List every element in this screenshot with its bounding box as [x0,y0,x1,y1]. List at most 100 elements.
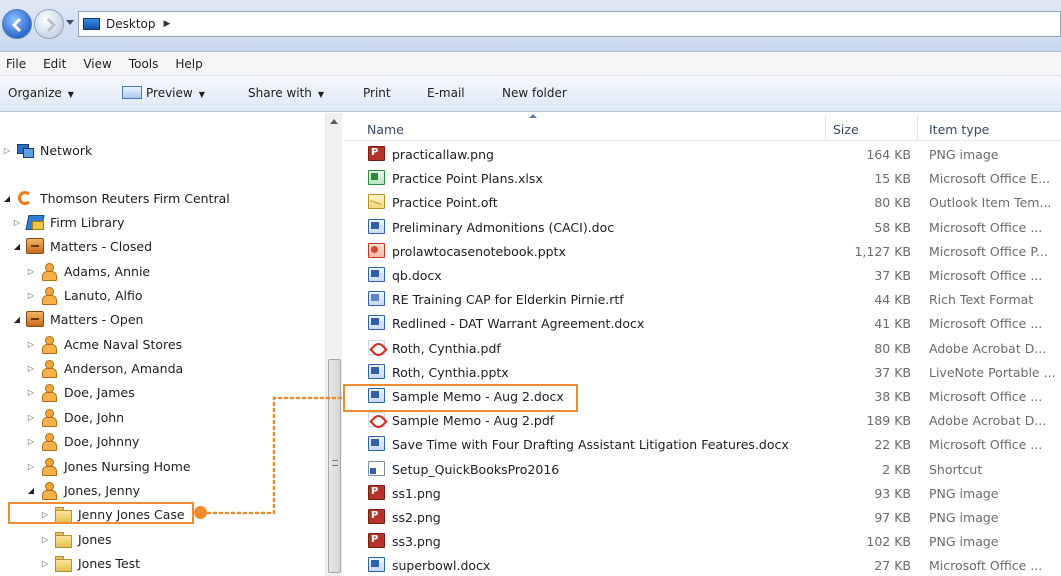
file-row[interactable]: Roth, Cynthia.pptx 37 KB LiveNote Portable… [343,360,1061,384]
expand-icon[interactable]: ▷ [2,146,12,155]
expand-icon[interactable]: ▷ [26,291,36,300]
menu-view[interactable]: View [83,57,111,71]
desktop-icon [83,18,100,30]
collapse-icon[interactable]: ◢ [12,315,22,324]
file-row[interactable]: ss1.png 93 KB PNG image [343,481,1061,505]
file-type: Microsoft Office ... [929,558,1043,574]
client-icon [40,263,58,281]
file-size: 41 KB [874,316,911,332]
tree-item-matters-open[interactable]: ◢ Matters - Open [12,308,143,330]
forward-button[interactable] [34,9,64,39]
menu-help[interactable]: Help [175,57,202,71]
file-row[interactable]: Setup_QuickBooksPro2016 2 KB Shortcut [343,457,1061,481]
collapse-icon[interactable]: ◢ [26,486,36,495]
file-row[interactable]: qb.docx 37 KB Microsoft Office ... [343,263,1061,287]
file-type: Microsoft Office P... [929,243,1048,259]
file-row[interactable]: Practice Point Plans.xlsx 15 KB Microsoft … [343,166,1061,190]
client-icon [40,482,58,500]
tree-item-acme[interactable]: ▷ Acme Naval Stores [26,333,182,355]
file-name: Practice Point.oft [392,195,498,211]
menu-file[interactable]: File [6,57,26,71]
file-size: 2 KB [882,461,911,477]
file-row[interactable]: ss2.png 97 KB PNG image [343,505,1061,529]
expand-icon[interactable]: ▷ [26,462,36,471]
menu-tools[interactable]: Tools [129,57,159,71]
chevron-right-icon[interactable]: ▶ [164,19,171,29]
menu-edit[interactable]: Edit [43,57,66,71]
organize-button[interactable]: Organize ▼ [8,86,74,100]
tree-item-anderson[interactable]: ▷ Anderson, Amanda [26,357,183,379]
file-row[interactable]: practicallaw.png 164 KB PNG image [343,142,1061,166]
file-row[interactable]: Roth, Cynthia.pdf 80 KB Adobe Acrobat D... [343,336,1061,360]
tree-label: Lanuto, Alfio [64,287,143,303]
preview-button[interactable]: Preview ▼ [122,86,205,100]
file-type: Microsoft Office ... [929,437,1043,453]
back-button[interactable] [2,9,32,39]
network-icon [16,142,34,158]
collapse-icon[interactable]: ◢ [2,194,12,203]
chevron-down-icon: ▼ [198,90,205,99]
scroll-up-icon[interactable] [330,119,338,124]
tree-label: Matters - Open [50,311,144,327]
file-row[interactable]: Redlined - DAT Warrant Agreement.docx 41 … [343,311,1061,335]
tree-item-jones[interactable]: ▷ Jones [40,528,111,550]
file-row[interactable]: prolawtocasenotebook.pptx 1,127 KB Microso… [343,239,1061,263]
column-item-type[interactable]: Item type [929,122,989,137]
column-size[interactable]: Size [833,122,859,137]
chevron-down-icon: ▼ [317,90,325,99]
expand-icon[interactable]: ▷ [40,535,50,544]
tree-item-matters-closed[interactable]: ◢ Matters - Closed [12,235,152,257]
file-name: ss3.png [392,534,441,550]
print-button[interactable]: Print [363,86,391,100]
file-size: 15 KB [874,171,911,187]
file-row[interactable]: Preliminary Admonitions (CACI).doc 58 KB M… [343,215,1061,239]
file-row[interactable]: superbowl.docx 27 KB Microsoft Office ... [343,553,1061,576]
file-name: prolawtocasenotebook.pptx [392,243,566,259]
breadcrumb-desktop[interactable]: Desktop [106,17,156,31]
client-icon [40,287,58,305]
file-name: ss1.png [392,485,441,501]
email-button[interactable]: E-mail [427,86,465,100]
file-name: ss2.png [392,510,441,525]
highlight-jenny-jones-case [8,502,194,524]
share-with-label: Share with [248,86,312,100]
share-with-button[interactable]: Share with ▼ [248,86,324,100]
tree-item-lanuto[interactable]: ▷ Lanuto, Alfio [26,284,143,306]
collapse-icon[interactable]: ◢ [12,242,22,251]
address-bar: Desktop ▶ [0,0,1061,52]
file-name: Practice Point Plans.xlsx [392,171,543,187]
tree-item-jones-jenny[interactable]: ◢ Jones, Jenny [26,479,140,501]
tree-item-jones-test[interactable]: ▷ Jones Test [40,552,140,574]
tree-item-firm-central[interactable]: ◢ Thomson Reuters Firm Central [2,187,230,209]
expand-icon[interactable]: ▷ [26,437,36,446]
expand-icon[interactable]: ▷ [26,388,36,397]
column-divider[interactable] [825,115,826,141]
expand-icon[interactable]: ▷ [40,559,50,568]
file-row[interactable]: Practice Point.oft 80 KB Outlook Item Tem.… [343,190,1061,214]
new-folder-button[interactable]: New folder [502,86,567,100]
expand-icon[interactable]: ▷ [12,218,22,227]
column-name[interactable]: Name [367,122,404,137]
address-breadcrumb[interactable]: Desktop ▶ [78,11,1061,37]
expand-icon[interactable]: ▷ [26,340,36,349]
tree-item-adams[interactable]: ▷ Adams, Annie [26,260,150,282]
file-type: Shortcut [929,461,983,477]
tree-item-firm-library[interactable]: ▷ Firm Library [12,211,125,233]
tree-item-doe-johnny[interactable]: ▷ Doe, Johnny [26,430,139,452]
expand-icon[interactable]: ▷ [26,267,36,276]
file-row[interactable]: RE Training CAP for Elderkin Pirnie.rtf 4… [343,287,1061,311]
file-row[interactable]: ss3.png 102 KB PNG image [343,529,1061,553]
connector-dot [194,506,207,519]
tree-item-network[interactable]: ▷ Network [2,139,92,161]
doc-file-icon [368,267,385,282]
tree-item-doe-john[interactable]: ▷ Doe, John [26,406,124,428]
tree-item-doe-james[interactable]: ▷ Doe, James [26,381,135,403]
expand-icon[interactable]: ▷ [26,364,36,373]
expand-icon[interactable]: ▷ [26,413,36,422]
file-size: 1,127 KB [854,243,911,259]
recent-pages-dropdown[interactable] [66,20,74,25]
column-divider[interactable] [917,115,918,141]
folder-icon [54,555,72,572]
tree-item-jones-nursing[interactable]: ▷ Jones Nursing Home [26,455,191,477]
file-row[interactable]: Save Time with Four Drafting Assistant L… [343,432,1061,456]
